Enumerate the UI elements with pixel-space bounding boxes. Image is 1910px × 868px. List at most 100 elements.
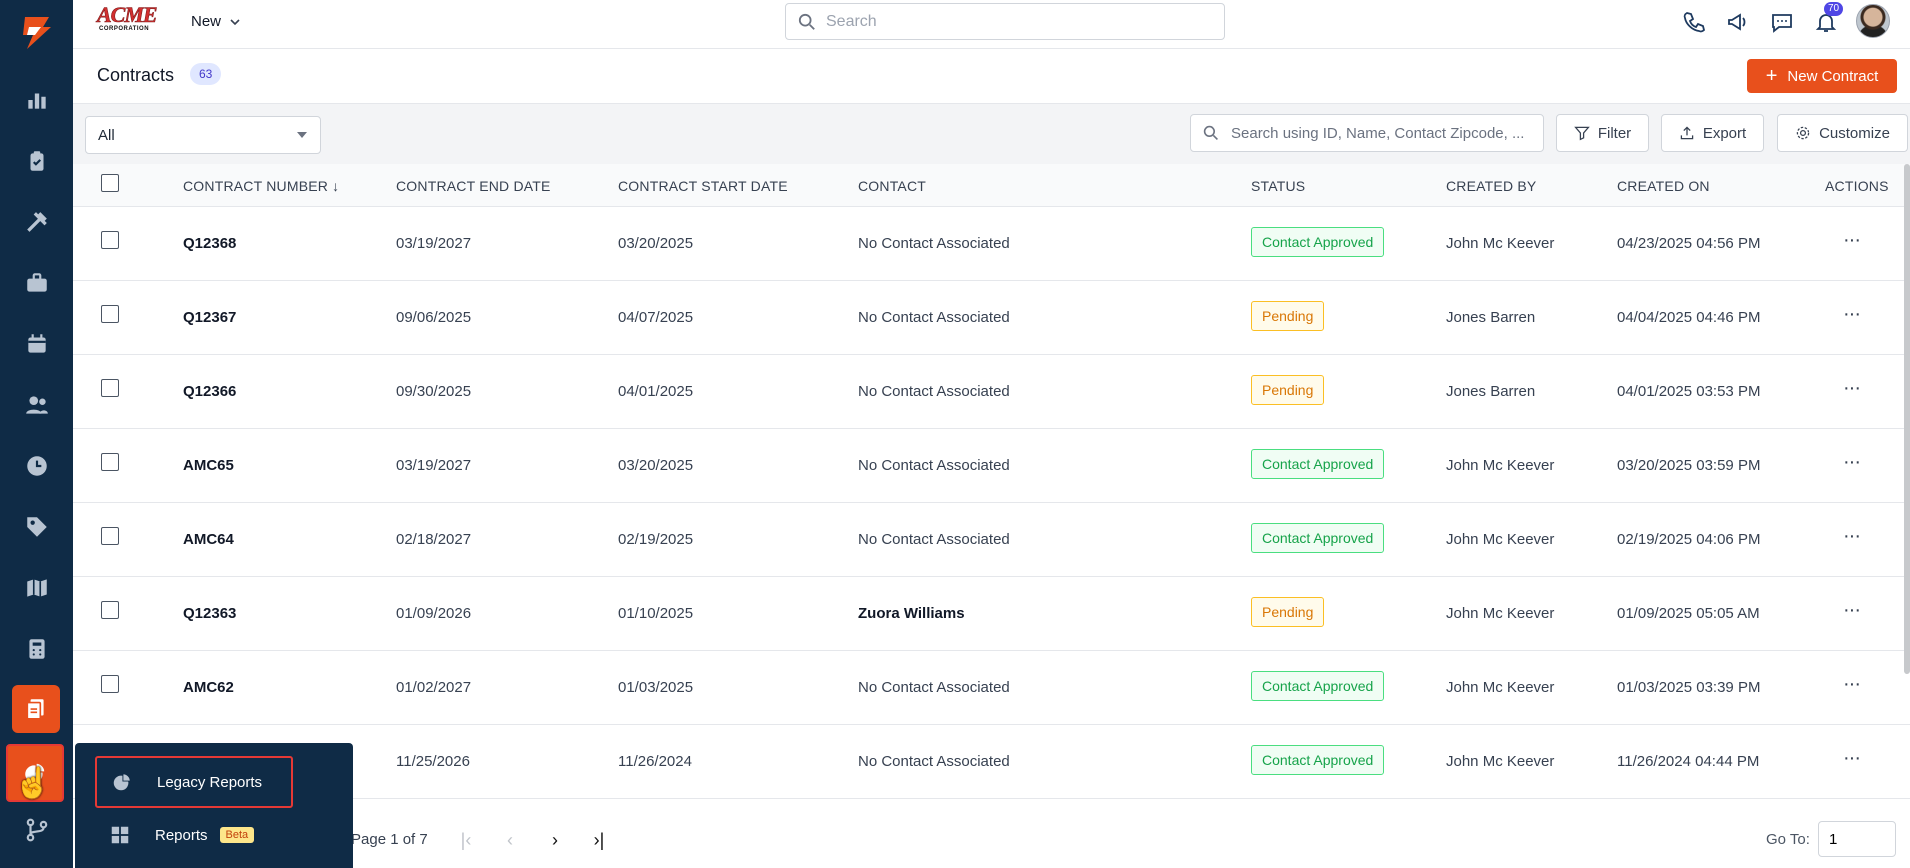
row-checkbox[interactable]	[101, 453, 119, 471]
created-by: Jones Barren	[1446, 309, 1536, 326]
view-select-value: All	[98, 126, 115, 144]
new-menu-dropdown[interactable]: New	[191, 13, 241, 30]
export-button[interactable]: Export	[1661, 114, 1764, 152]
menu-item-legacy-reports[interactable]: Legacy Reports	[95, 756, 293, 808]
contracts-table: CONTRACT NUMBER ↓ CONTRACT END DATE CONT…	[73, 164, 1910, 798]
search-icon	[798, 13, 815, 30]
row-checkbox[interactable]	[101, 675, 119, 693]
contract-start-date: 04/07/2025	[618, 309, 694, 326]
clipboard-icon[interactable]	[0, 131, 73, 191]
gear-icon	[1796, 126, 1810, 140]
first-page-icon[interactable]: |‹	[451, 825, 481, 855]
contract-number[interactable]: AMC65	[183, 457, 234, 474]
created-by: Jones Barren	[1446, 383, 1536, 400]
last-page-icon[interactable]: ›|	[584, 825, 614, 855]
row-checkbox[interactable]	[101, 231, 119, 249]
contract-start-date: 02/19/2025	[618, 531, 694, 548]
contracts-documents-icon[interactable]	[12, 685, 60, 733]
page-indicator: Page 1 of 7	[351, 831, 428, 848]
table-row[interactable]: Q12366 09/30/2025 04/01/2025 No Contact Ass…	[73, 355, 1910, 429]
status-badge: Contact Approved	[1251, 671, 1385, 701]
table-row[interactable]: Q12367 09/06/2025 04/07/2025 No Contact Ass…	[73, 281, 1910, 355]
created-by: John Mc Keever	[1446, 531, 1555, 548]
megaphone-icon[interactable]	[1724, 8, 1752, 36]
row-actions-more-icon[interactable]: ···	[1843, 747, 1861, 770]
status-badge: Contact Approved	[1251, 745, 1385, 775]
row-checkbox[interactable]	[101, 601, 119, 619]
row-checkbox[interactable]	[101, 527, 119, 545]
created-on: 04/04/2025 04:46 PM	[1617, 309, 1761, 326]
view-select-dropdown[interactable]: All	[85, 116, 321, 154]
page-title: Contracts	[97, 65, 175, 85]
contract-end-date: 11/25/2026	[396, 753, 470, 770]
col-status[interactable]: STATUS	[1251, 178, 1305, 194]
filter-button[interactable]: Filter	[1556, 114, 1649, 152]
row-actions-more-icon[interactable]: ···	[1843, 599, 1861, 622]
clock-icon[interactable]	[0, 436, 73, 496]
chat-icon[interactable]	[1768, 8, 1796, 36]
previous-page-icon[interactable]: ‹	[495, 825, 525, 855]
menu-item-reports[interactable]: Reports Beta	[95, 809, 293, 861]
col-created-by[interactable]: CREATED BY	[1446, 178, 1536, 194]
created-by: John Mc Keever	[1446, 679, 1555, 696]
contract-number[interactable]: Q12367	[183, 309, 236, 326]
briefcase-icon[interactable]	[0, 253, 73, 313]
next-page-icon[interactable]: ›	[540, 825, 570, 855]
map-icon[interactable]	[0, 558, 73, 618]
new-contract-button[interactable]: + New Contract	[1747, 59, 1897, 93]
contact-name: No Contact Associated	[858, 309, 1010, 326]
contract-number[interactable]: AMC62	[183, 679, 234, 696]
contract-start-date: 01/03/2025	[618, 679, 694, 696]
row-actions-more-icon[interactable]: ···	[1843, 303, 1861, 326]
phone-icon[interactable]	[1680, 8, 1708, 36]
tools-icon[interactable]	[0, 192, 73, 252]
row-actions-more-icon[interactable]: ···	[1843, 673, 1861, 696]
contract-number[interactable]: Q12363	[183, 605, 236, 622]
contract-start-date: 11/26/2024	[618, 753, 692, 770]
dashboard-chart-icon[interactable]	[0, 70, 73, 130]
table-search-box[interactable]	[1190, 114, 1544, 152]
customize-button[interactable]: Customize	[1777, 114, 1908, 152]
user-avatar[interactable]	[1856, 4, 1890, 38]
contract-number[interactable]: Q12366	[183, 383, 236, 400]
col-created-on[interactable]: CREATED ON	[1617, 178, 1710, 194]
row-checkbox[interactable]	[101, 379, 119, 397]
calendar-icon[interactable]	[0, 314, 73, 374]
sidebar	[0, 0, 73, 868]
contract-end-date: 03/19/2027	[396, 457, 472, 474]
status-badge: Pending	[1251, 301, 1325, 331]
table-scrollbar[interactable]	[1904, 164, 1910, 674]
contract-number[interactable]: AMC64	[183, 531, 234, 548]
users-icon[interactable]	[0, 375, 73, 435]
calculator-icon[interactable]	[0, 619, 73, 679]
goto-page-input[interactable]	[1818, 821, 1896, 857]
row-actions-more-icon[interactable]: ···	[1843, 229, 1861, 252]
col-contract-end-date[interactable]: CONTRACT END DATE	[396, 178, 551, 194]
row-checkbox[interactable]	[101, 305, 119, 323]
caret-down-icon	[297, 132, 307, 138]
table-row[interactable]: AMC64 02/18/2027 02/19/2025 No Contact Asso…	[73, 503, 1910, 577]
created-on: 01/03/2025 03:39 PM	[1617, 679, 1761, 696]
workflow-branch-icon[interactable]	[0, 800, 73, 860]
contact-name: No Contact Associated	[858, 383, 1010, 400]
row-actions-more-icon[interactable]: ···	[1843, 525, 1861, 548]
col-contract-start-date[interactable]: CONTRACT START DATE	[618, 178, 788, 194]
table-row[interactable]: Q12368 03/19/2027 03/20/2025 No Contact Ass…	[73, 207, 1910, 281]
row-actions-more-icon[interactable]: ···	[1843, 451, 1861, 474]
global-search-box[interactable]	[785, 3, 1225, 40]
select-all-checkbox[interactable]	[101, 174, 119, 192]
row-actions-more-icon[interactable]: ···	[1843, 377, 1861, 400]
filter-bar: All Filter Export Customize	[73, 104, 1910, 164]
brand-logo[interactable]: ACME CORPORATION	[97, 3, 167, 38]
tag-icon[interactable]	[0, 497, 73, 557]
contract-number[interactable]: Q12368	[183, 235, 236, 252]
table-search-input[interactable]	[1231, 124, 1541, 142]
table-row[interactable]: Q12363 01/09/2026 01/10/2025 Zuora Williams…	[73, 577, 1910, 651]
col-contract-number[interactable]: CONTRACT NUMBER ↓	[183, 178, 339, 194]
table-row[interactable]: AMC65 03/19/2027 03/20/2025 No Contact Asso…	[73, 429, 1910, 503]
contact-name: No Contact Associated	[858, 457, 1010, 474]
app-logo-icon[interactable]	[0, 0, 73, 66]
global-search-input[interactable]	[826, 12, 1206, 31]
table-row[interactable]: AMC62 01/02/2027 01/03/2025 No Contact Asso…	[73, 651, 1910, 725]
col-contact[interactable]: CONTACT	[858, 178, 926, 194]
